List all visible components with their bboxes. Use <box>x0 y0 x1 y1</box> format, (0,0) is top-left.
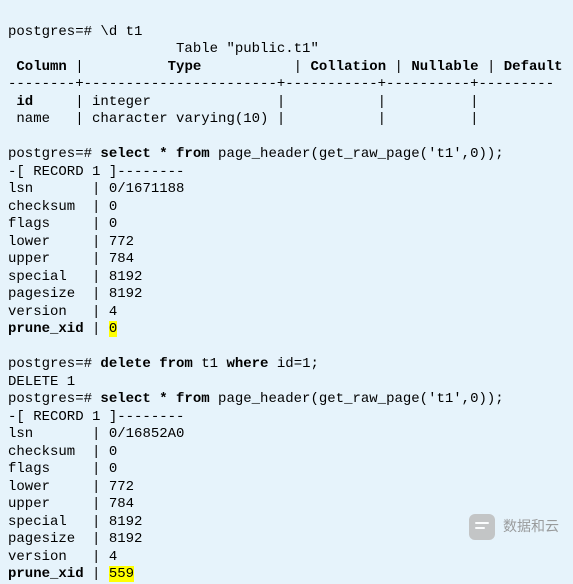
record-marker: -[ RECORD 1 ]-------- <box>8 164 184 180</box>
field-label: version <box>8 549 67 565</box>
prompt: postgres=# <box>8 24 92 40</box>
field-value: 8192 <box>109 531 143 547</box>
record-marker: -[ RECORD 1 ]-------- <box>8 409 184 425</box>
field-label-prune: prune_xid <box>8 566 84 582</box>
field-label: upper <box>8 251 50 267</box>
field-label: lsn <box>8 426 33 442</box>
cmd-select-rest: page_header(get_raw_page('t1',0)); <box>210 391 504 407</box>
field-value: 772 <box>109 479 134 495</box>
field-value: 0/1671188 <box>109 181 185 197</box>
field-value: 772 <box>109 234 134 250</box>
col-hdr-column: Column <box>16 59 66 75</box>
field-value-prune-hl: 0 <box>109 321 117 337</box>
field-value: 0 <box>109 199 117 215</box>
field-label: lower <box>8 234 50 250</box>
field-value: 784 <box>109 251 134 267</box>
watermark-text: 数据和云 <box>503 518 559 536</box>
col-hdr-type: Type <box>168 59 202 75</box>
cmd-select-kw: select * from <box>100 391 209 407</box>
field-value: 0/16852A0 <box>109 426 185 442</box>
field-label: checksum <box>8 444 75 460</box>
field-value: 4 <box>109 549 117 565</box>
field-value: 0 <box>109 444 117 460</box>
field-label-prune: prune_xid <box>8 321 84 337</box>
cmd-where-col: id <box>268 356 293 372</box>
table-title: Table "public.t1" <box>176 41 319 57</box>
cmd-semi: ; <box>311 356 319 372</box>
terminal-output: postgres=# \d t1 Table "public.t1" Colum… <box>8 6 565 584</box>
col-hdr-collation: Collation <box>310 59 386 75</box>
field-label: upper <box>8 496 50 512</box>
cmd-describe: \d t1 <box>100 24 142 40</box>
field-label: special <box>8 269 67 285</box>
cmd-eq: = <box>294 356 302 372</box>
prompt: postgres=# <box>8 146 92 162</box>
field-value: 0 <box>109 216 117 232</box>
cmd-val: 1 <box>302 356 310 372</box>
field-label: version <box>8 304 67 320</box>
wechat-icon <box>469 514 495 540</box>
row-col: name <box>16 111 50 127</box>
field-label: lower <box>8 479 50 495</box>
cmd-delete-kw: delete from <box>100 356 192 372</box>
field-value: 8192 <box>109 269 143 285</box>
delete-result: DELETE 1 <box>8 374 75 390</box>
field-value: 8192 <box>109 514 143 530</box>
watermark: 数据和云 <box>469 514 559 540</box>
field-value: 8192 <box>109 286 143 302</box>
row-col: id <box>16 94 33 110</box>
field-label: pagesize <box>8 286 75 302</box>
row-type: character varying(10) <box>92 111 268 127</box>
field-label: special <box>8 514 67 530</box>
field-value-prune-hl: 559 <box>109 566 134 582</box>
field-value: 784 <box>109 496 134 512</box>
row-type: integer <box>92 94 151 110</box>
cmd-select-kw: select * from <box>100 146 209 162</box>
prompt: postgres=# <box>8 391 92 407</box>
field-value: 4 <box>109 304 117 320</box>
field-value: 0 <box>109 461 117 477</box>
col-hdr-default: Default <box>504 59 563 75</box>
cmd-select-rest: page_header(get_raw_page('t1',0)); <box>210 146 504 162</box>
field-label: pagesize <box>8 531 75 547</box>
prompt: postgres=# <box>8 356 92 372</box>
field-label: checksum <box>8 199 75 215</box>
cmd-where-kw: where <box>226 356 268 372</box>
col-hdr-nullable: Nullable <box>411 59 478 75</box>
field-label: flags <box>8 216 50 232</box>
field-label: lsn <box>8 181 33 197</box>
cmd-delete-tbl: t1 <box>193 356 227 372</box>
field-label: flags <box>8 461 50 477</box>
